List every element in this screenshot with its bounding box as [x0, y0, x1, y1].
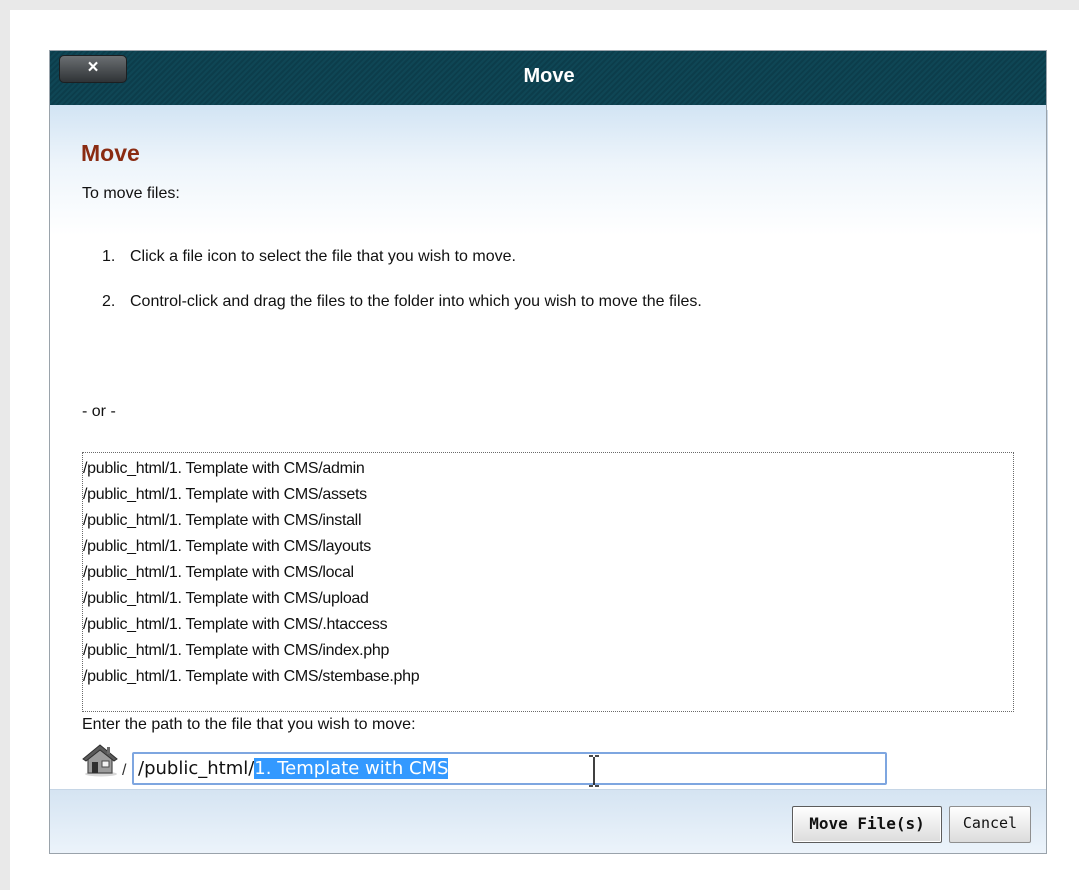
file-list-item[interactable]: /public_html/1. Template with CMS/upload	[83, 586, 1013, 612]
move-dialog: Move × Move To move files: 1. Click a fil…	[49, 50, 1047, 854]
path-input-prefix: /public_html/	[138, 758, 255, 779]
selected-files-list[interactable]: /public_html/1. Template with CMS/admin …	[82, 452, 1014, 712]
dialog-title: Move	[523, 65, 575, 87]
file-list-item[interactable]: /public_html/1. Template with CMS/admin	[83, 456, 1013, 482]
step-number: 2.	[102, 293, 116, 310]
path-input[interactable]: /public_html/1. Template with CMS	[132, 752, 887, 785]
file-list-item[interactable]: /public_html/1. Template with CMS/stemba…	[83, 664, 1013, 690]
path-input-selection: 1. Template with CMS	[254, 758, 449, 779]
instruction-step: 1. Click a file icon to select the file t…	[102, 245, 702, 290]
dialog-content: Move To move files: 1. Click a file icon …	[50, 105, 1046, 789]
or-separator: - or -	[82, 403, 116, 420]
move-files-button[interactable]: Move File(s)	[792, 806, 942, 843]
instruction-list: 1. Click a file icon to select the file t…	[102, 245, 702, 335]
cancel-button[interactable]: Cancel	[949, 806, 1031, 843]
step-text: Control-click and drag the files to the …	[130, 293, 702, 310]
dialog-titlebar: Move ×	[50, 51, 1046, 106]
file-list-item[interactable]: /public_html/1. Template with CMS/index.…	[83, 638, 1013, 664]
file-list-item[interactable]: /public_html/1. Template with CMS/.htacc…	[83, 612, 1013, 638]
text-cursor-icon	[587, 754, 601, 788]
home-icon[interactable]	[80, 743, 120, 777]
path-label: Enter the path to the file that you wish…	[82, 716, 416, 733]
close-icon: ×	[87, 57, 99, 78]
file-list-item[interactable]: /public_html/1. Template with CMS/local	[83, 560, 1013, 586]
intro-text: To move files:	[82, 185, 180, 202]
step-number: 1.	[102, 248, 116, 265]
dialog-footer: Move File(s) Cancel	[50, 789, 1046, 853]
file-list-item[interactable]: /public_html/1. Template with CMS/layout…	[83, 534, 1013, 560]
file-list-item[interactable]: /public_html/1. Template with CMS/assets	[83, 482, 1013, 508]
close-button[interactable]: ×	[59, 55, 127, 83]
instruction-step: 2. Control-click and drag the files to th…	[102, 290, 702, 335]
section-heading: Move	[81, 140, 140, 166]
file-list-item[interactable]: /public_html/1. Template with CMS/instal…	[83, 508, 1013, 534]
path-root-separator: /	[122, 762, 127, 779]
step-text: Click a file icon to select the file tha…	[130, 248, 516, 265]
